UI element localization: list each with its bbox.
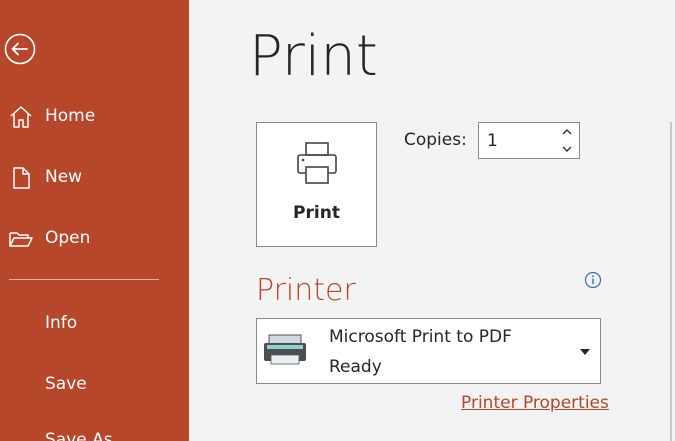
home-icon (10, 106, 32, 128)
printer-name: Microsoft Print to PDF (329, 327, 512, 347)
new-document-icon (13, 167, 30, 189)
printer-status: Ready (329, 357, 382, 377)
printer-device-icon (264, 334, 306, 365)
nav-new-label: New (45, 167, 83, 187)
print-button-label: Print (293, 203, 340, 223)
folder-open-icon (9, 232, 33, 247)
copies-label: Copies: (404, 130, 467, 150)
nav-new[interactable]: New (0, 157, 189, 197)
dropdown-arrow-icon (580, 349, 590, 355)
nav-save-as-label: Save As (45, 430, 113, 441)
nav-save[interactable]: Save (0, 364, 189, 404)
back-button[interactable] (4, 33, 36, 65)
page-title: Print (249, 24, 378, 89)
printer-section-title: Printer (256, 273, 356, 308)
nav-open[interactable]: Open (0, 218, 189, 258)
nav-save-as[interactable]: Save As (0, 420, 189, 441)
chevron-up-icon[interactable] (561, 126, 573, 138)
copies-value[interactable]: 1 (487, 131, 498, 151)
nav-open-label: Open (45, 228, 91, 248)
printer-properties-link[interactable]: Printer Properties (461, 393, 609, 413)
printer-dropdown[interactable]: Microsoft Print to PDF Ready (256, 318, 601, 384)
info-icon[interactable] (584, 271, 602, 289)
nav-info[interactable]: Info (0, 303, 189, 343)
print-panel: Print Print Copies: 1 Printer Microsoft … (189, 0, 675, 441)
nav-info-label: Info (45, 313, 78, 333)
copies-stepper[interactable]: 1 (478, 122, 580, 159)
printer-icon (297, 142, 337, 184)
print-button[interactable]: Print (256, 122, 377, 247)
backstage-sidebar: Home New Open Info Save Save As (0, 0, 189, 441)
chevron-down-icon[interactable] (561, 143, 573, 155)
scrollbar[interactable] (670, 122, 672, 441)
arrow-left-circle-icon (4, 33, 36, 65)
nav-divider (9, 279, 159, 280)
nav-save-label: Save (45, 374, 87, 394)
nav-home-label: Home (45, 106, 96, 126)
nav-home[interactable]: Home (0, 96, 189, 136)
